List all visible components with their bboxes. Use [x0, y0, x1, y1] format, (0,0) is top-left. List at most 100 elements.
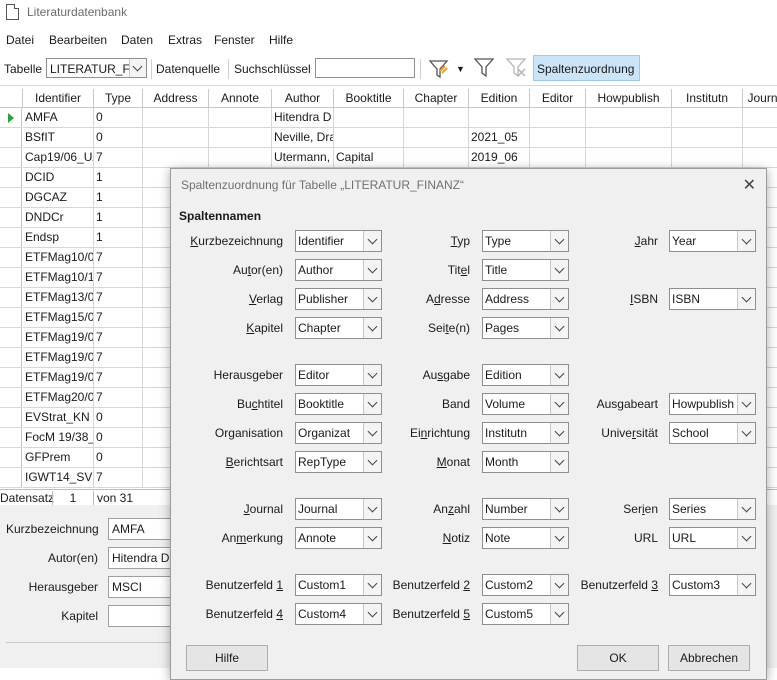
table-cell[interactable]: 0 — [94, 408, 143, 428]
column-header[interactable]: Identifier — [23, 89, 94, 108]
record-number-input[interactable]: 1 — [52, 491, 94, 505]
table-cell[interactable]: IGWT14_SV — [23, 468, 94, 488]
table-cell[interactable]: ETFMag13/03 — [23, 288, 94, 308]
column-select[interactable]: Pages — [482, 317, 569, 339]
table-cell[interactable]: BSfIT — [23, 128, 94, 148]
table-cell[interactable]: ETFMag19/03 — [23, 368, 94, 388]
table-cell[interactable]: 1 — [94, 208, 143, 228]
table-cell[interactable] — [586, 128, 672, 148]
table-cell[interactable] — [404, 148, 469, 168]
table-cell[interactable]: 2021_05 — [469, 128, 530, 148]
column-select[interactable]: Year — [669, 230, 756, 252]
table-cell[interactable]: DCID — [23, 168, 94, 188]
row-header[interactable] — [0, 328, 22, 348]
menu-datei[interactable]: Datei — [6, 33, 34, 47]
row-header[interactable] — [0, 428, 22, 448]
row-header[interactable] — [0, 128, 22, 148]
row-header[interactable] — [0, 188, 22, 208]
table-cell[interactable]: 0 — [94, 108, 143, 128]
table-cell[interactable]: Neville, Dra — [272, 128, 334, 148]
table-cell[interactable]: ETFMag19/02 — [23, 348, 94, 368]
row-header[interactable] — [0, 268, 22, 288]
column-select[interactable]: Month — [482, 451, 569, 473]
datasource-button[interactable]: Datenquelle — [156, 62, 220, 76]
menu-fenster[interactable]: Fenster — [214, 33, 255, 47]
row-header[interactable] — [0, 208, 22, 228]
table-cell[interactable]: ETFMag20/01 — [23, 388, 94, 408]
table-cell[interactable]: Utermann, I — [272, 148, 334, 168]
table-cell[interactable]: 0 — [94, 428, 143, 448]
table-row[interactable]: BSfIT 0 Neville, Dra 2021_05 — [0, 128, 777, 148]
row-header[interactable] — [0, 468, 22, 488]
table-cell[interactable] — [672, 148, 743, 168]
column-header[interactable]: Chapter — [404, 89, 469, 108]
row-header[interactable] — [0, 448, 22, 468]
column-header[interactable]: Edition — [469, 89, 530, 108]
reset-filter-icon[interactable] — [505, 56, 527, 78]
row-header[interactable] — [0, 388, 22, 408]
table-cell[interactable]: DNDCr — [23, 208, 94, 228]
table-cell[interactable]: 7 — [94, 308, 143, 328]
row-header[interactable] — [0, 368, 22, 388]
table-cell[interactable] — [586, 108, 672, 128]
table-select[interactable]: LITERATUR_FIN — [46, 58, 147, 78]
table-cell[interactable] — [672, 128, 743, 148]
table-cell[interactable]: 7 — [94, 148, 143, 168]
cancel-button[interactable]: Abbrechen — [668, 645, 750, 671]
table-cell[interactable]: Endsp — [23, 228, 94, 248]
help-button[interactable]: Hilfe — [186, 645, 268, 671]
column-header[interactable]: Booktitle — [334, 89, 404, 108]
table-cell[interactable]: 1 — [94, 168, 143, 188]
table-cell[interactable] — [143, 148, 209, 168]
menu-bearbeiten[interactable]: Bearbeiten — [49, 33, 107, 47]
column-select[interactable]: URL — [669, 527, 756, 549]
table-row[interactable]: AMFA 0 Hitendra D — [0, 108, 777, 128]
table-cell[interactable] — [743, 148, 777, 168]
caret-down-icon[interactable]: ▼ — [456, 64, 465, 74]
column-select[interactable]: Series — [669, 498, 756, 520]
table-cell[interactable] — [469, 108, 530, 128]
row-header[interactable] — [0, 168, 22, 188]
form-field-chapter[interactable] — [108, 605, 174, 627]
row-header[interactable] — [0, 148, 22, 168]
table-cell[interactable] — [334, 128, 404, 148]
table-cell[interactable]: GFPrem — [23, 448, 94, 468]
row-header[interactable] — [0, 408, 22, 428]
column-header[interactable]: Annote — [209, 89, 272, 108]
ok-button[interactable]: OK — [577, 645, 659, 671]
form-field-shortname[interactable]: AMFA — [108, 518, 174, 540]
table-cell[interactable]: 7 — [94, 468, 143, 488]
column-header[interactable]: Howpublish — [586, 89, 672, 108]
column-header[interactable]: Author — [272, 89, 334, 108]
column-assignment-button[interactable]: Spaltenzuordnung — [533, 55, 640, 81]
table-cell[interactable] — [530, 128, 586, 148]
menu-extras[interactable]: Extras — [168, 33, 202, 47]
table-cell[interactable]: AMFA — [23, 108, 94, 128]
table-cell[interactable] — [334, 108, 404, 128]
table-cell[interactable] — [143, 128, 209, 148]
table-cell[interactable]: EVStrat_KN — [23, 408, 94, 428]
table-cell[interactable] — [404, 128, 469, 148]
menu-daten[interactable]: Daten — [121, 33, 153, 47]
column-header[interactable]: Editor — [530, 89, 586, 108]
column-select[interactable]: Custom3 — [669, 574, 756, 596]
table-row[interactable]: Cap19/06_UA 7 Utermann, I Capital 2019_06 — [0, 148, 777, 168]
row-header[interactable] — [0, 308, 22, 328]
row-header[interactable] — [0, 288, 22, 308]
column-select[interactable]: Custom5 — [482, 603, 569, 625]
table-cell[interactable]: FocM 19/38_ — [23, 428, 94, 448]
table-cell[interactable]: 7 — [94, 348, 143, 368]
table-cell[interactable] — [743, 128, 777, 148]
column-header[interactable]: Address — [143, 89, 209, 108]
table-cell[interactable]: ETFMag19/01 — [23, 328, 94, 348]
close-icon[interactable]: ✕ — [743, 175, 756, 195]
table-cell[interactable] — [209, 128, 272, 148]
table-cell[interactable] — [209, 148, 272, 168]
table-cell[interactable]: 7 — [94, 288, 143, 308]
table-cell[interactable]: 0 — [94, 128, 143, 148]
column-select[interactable]: Title — [482, 259, 569, 281]
column-select[interactable]: Edition — [482, 364, 569, 386]
table-cell[interactable]: 0 — [94, 448, 143, 468]
table-cell[interactable]: 2019_06 — [469, 148, 530, 168]
menu-hilfe[interactable]: Hilfe — [269, 33, 293, 47]
